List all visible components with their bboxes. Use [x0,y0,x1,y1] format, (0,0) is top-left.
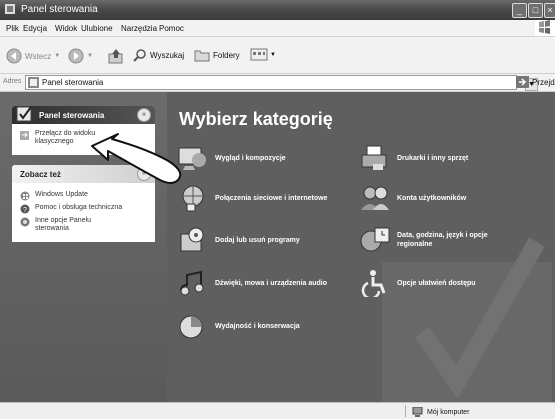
status-separator [405,405,406,417]
computer-icon [412,407,423,417]
annotation-arrow [91,133,182,184]
status-location: Mój komputer [412,407,469,417]
status-bar: Mój komputer [0,402,555,419]
